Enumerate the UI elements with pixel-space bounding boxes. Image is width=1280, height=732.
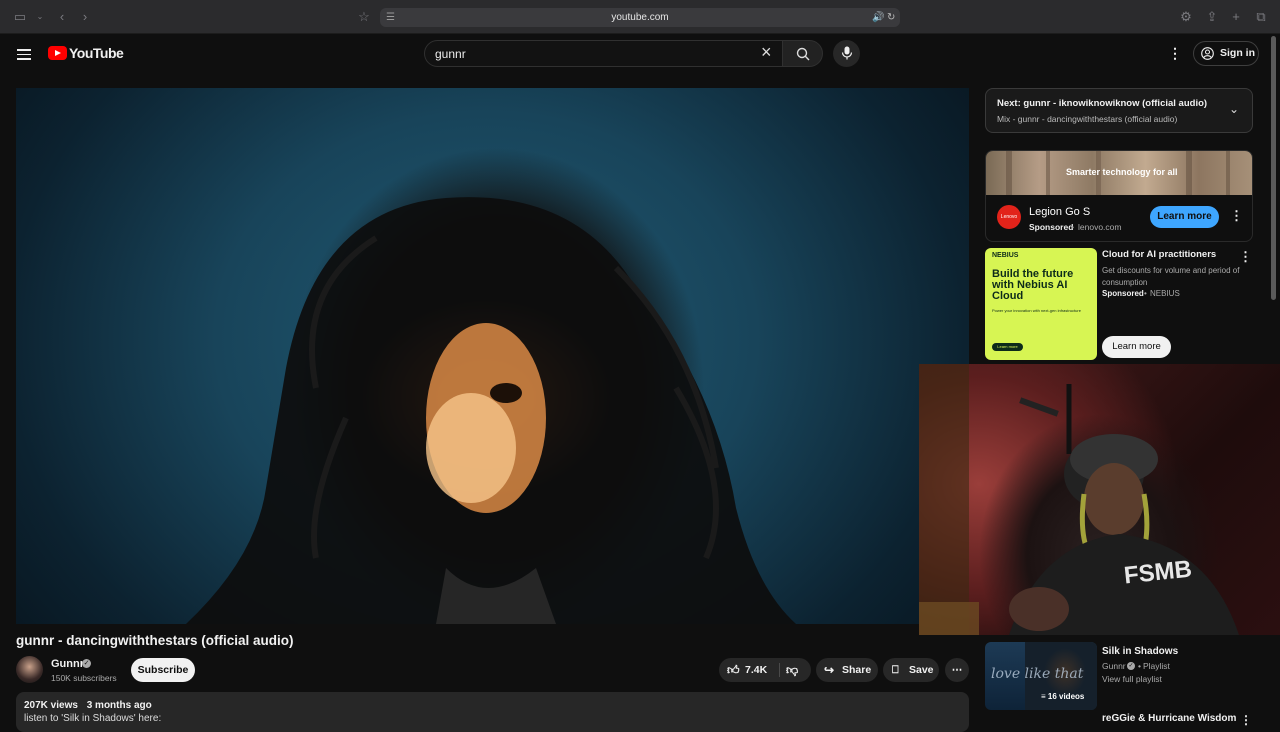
like-count[interactable]: 7.4K xyxy=(745,658,767,682)
channel-name[interactable]: Gunnr xyxy=(51,658,84,670)
new-tab-icon[interactable]: + xyxy=(1228,9,1244,25)
voice-search-button[interactable] xyxy=(833,40,860,67)
video-player[interactable] xyxy=(16,88,969,624)
account-icon xyxy=(1201,47,1214,60)
clear-search-icon[interactable]: × xyxy=(761,42,772,63)
playlist-title[interactable]: Silk in Shadows xyxy=(1102,646,1178,657)
autoplay-next-box[interactable]: Next: gunnr - iknowiknowiknow (official … xyxy=(985,88,1253,133)
ad2-separator: • xyxy=(1144,289,1147,298)
audio-playing-icon[interactable]: 🔊 xyxy=(872,8,884,27)
chevron-down-icon[interactable]: ⌄ xyxy=(1229,102,1239,116)
video-frame-art xyxy=(186,197,796,624)
search-box[interactable]: × xyxy=(424,40,786,67)
browser-toolbar: ▭ ⌄ ‹ › ☆ ☰ youtube.com 🔊 ↻ ⚙ ⇪ + ⧉ xyxy=(0,0,1280,34)
thumb-overlay-text: love like that xyxy=(991,666,1084,682)
ad2-title[interactable]: Cloud for AI practitioners xyxy=(1102,249,1216,260)
sidebar-toggle-icon[interactable]: ▭ xyxy=(12,9,28,25)
chevron-down-icon[interactable]: ⌄ xyxy=(32,9,48,25)
verified-icon: ✓ xyxy=(82,659,91,668)
like-icon[interactable]: 👍︎ xyxy=(727,658,740,682)
ad2-menu-icon[interactable]: ⋮ xyxy=(1239,249,1252,265)
tab-overview-icon[interactable]: ⧉ xyxy=(1253,9,1269,25)
ad-domain: lenovo.com xyxy=(1078,222,1122,232)
thumb-learn-more: Learn more xyxy=(992,343,1023,351)
settings-more-icon[interactable]: ⋮ xyxy=(1168,45,1182,62)
sign-in-label: Sign in xyxy=(1220,47,1255,59)
save-label: Save xyxy=(909,664,934,676)
nebius-brand: NEBIUS xyxy=(992,252,1019,259)
webcam-overlay: FSMB xyxy=(919,364,1280,635)
ad-banner-image[interactable]: Smarter technology for all xyxy=(986,151,1252,195)
youtube-header: YouTube × ⋮ Sign in xyxy=(0,34,1280,74)
search-icon xyxy=(796,47,809,61)
sign-in-button[interactable]: Sign in xyxy=(1193,41,1259,66)
description-box[interactable]: 207K views 3 months ago listen to 'Silk … xyxy=(16,692,969,732)
playlist-count-badge: ≡ 16 videos xyxy=(1041,692,1084,701)
channel-avatar[interactable] xyxy=(16,656,43,683)
nebius-headline: Build the future with Nebius AI Cloud xyxy=(992,268,1074,302)
verified-icon: ✓ xyxy=(1127,662,1135,670)
subscribe-label: Subscribe xyxy=(137,664,189,676)
next-subtitle: Mix - gunnr - dancingwiththestars (offic… xyxy=(997,114,1178,124)
share-icon[interactable]: ⇪ xyxy=(1204,9,1220,25)
ad-separator: • xyxy=(1071,222,1074,232)
extensions-icon[interactable]: ⚙ xyxy=(1178,9,1194,25)
sponsored-label: Sponsored xyxy=(1029,222,1074,232)
address-bar[interactable]: ☰ youtube.com 🔊 ↻ xyxy=(380,8,900,27)
microphone-icon xyxy=(841,46,852,60)
ad2-learn-more-button[interactable]: Learn more xyxy=(1102,336,1171,358)
ad-title[interactable]: Legion Go S xyxy=(1029,206,1090,218)
description-text: listen to 'Silk in Shadows' here: xyxy=(24,713,162,724)
webcam-scene xyxy=(919,364,1239,635)
playlist-count: 16 videos xyxy=(1047,692,1085,701)
share-button[interactable]: ↪ Share xyxy=(816,658,878,682)
nebius-ad-thumbnail[interactable]: NEBIUS Build the future with Nebius AI C… xyxy=(985,248,1097,360)
next-video-title[interactable]: reGGie & Hurricane Wisdom xyxy=(1102,713,1236,724)
youtube-logo-text[interactable]: YouTube xyxy=(69,45,124,61)
back-icon[interactable]: ‹ xyxy=(54,9,70,25)
video-menu-icon[interactable]: ⋮ xyxy=(1240,713,1252,727)
sponsored-ad-lenovo[interactable]: Smarter technology for all Lenovo Legion… xyxy=(985,150,1253,242)
share-label: Share xyxy=(842,664,872,676)
menu-icon[interactable] xyxy=(17,46,31,63)
like-dislike-group: 👍︎ 7.4K 👎︎ xyxy=(719,658,811,682)
playlist-thumbnail[interactable]: love like that ≡ 16 videos xyxy=(985,642,1097,710)
next-title: Next: gunnr - iknowiknowiknow (official … xyxy=(997,98,1208,109)
view-full-playlist-link[interactable]: View full playlist xyxy=(1102,674,1162,684)
bookmark-star-icon[interactable]: ☆ xyxy=(356,9,372,25)
more-horizontal-icon: ⋯ xyxy=(951,664,963,676)
save-playlist-icon: ⎕ xyxy=(892,664,899,676)
more-actions-button[interactable]: ⋯ xyxy=(945,658,969,682)
youtube-logo-icon[interactable] xyxy=(48,46,67,60)
forward-icon[interactable]: › xyxy=(77,9,93,25)
playlist-separator: • xyxy=(1138,661,1141,671)
ad2-description: Get discounts for volume and period of c… xyxy=(1102,266,1240,287)
lenovo-logo[interactable]: Lenovo xyxy=(997,205,1021,229)
reload-icon[interactable]: ↻ xyxy=(887,8,895,27)
url-text: youtube.com xyxy=(611,12,669,23)
search-input[interactable] xyxy=(435,47,735,61)
ad-menu-icon[interactable]: ⋮ xyxy=(1230,208,1243,224)
view-count: 207K views xyxy=(24,700,78,711)
ad2-sponsored: Sponsored xyxy=(1102,289,1144,298)
subscriber-count: 150K subscribers xyxy=(51,673,117,683)
nebius-fine-print: Power your innovation with next-gen infr… xyxy=(992,308,1081,313)
search-button[interactable] xyxy=(782,40,823,67)
playlist-channel[interactable]: Gunnr xyxy=(1102,661,1126,671)
learn-more-button[interactable]: Learn more xyxy=(1150,206,1219,228)
playlist-type: Playlist xyxy=(1143,661,1170,671)
subscribe-button[interactable]: Subscribe xyxy=(131,658,195,682)
save-button[interactable]: ⎕ Save xyxy=(883,658,939,682)
video-title: gunnr - dancingwiththestars (official au… xyxy=(16,633,294,648)
divider xyxy=(779,663,780,677)
upload-age: 3 months ago xyxy=(86,700,152,711)
dislike-icon[interactable]: 👎︎ xyxy=(786,658,798,682)
share-arrow-icon: ↪ xyxy=(824,663,835,677)
playlist-icon: ≡ xyxy=(1041,692,1048,701)
ad-banner-text: Smarter technology for all xyxy=(1066,167,1178,177)
page-scrollbar[interactable] xyxy=(1271,36,1276,300)
page-menu-icon[interactable]: ☰ xyxy=(386,8,395,27)
ad2-advertiser: NEBIUS xyxy=(1150,289,1180,298)
